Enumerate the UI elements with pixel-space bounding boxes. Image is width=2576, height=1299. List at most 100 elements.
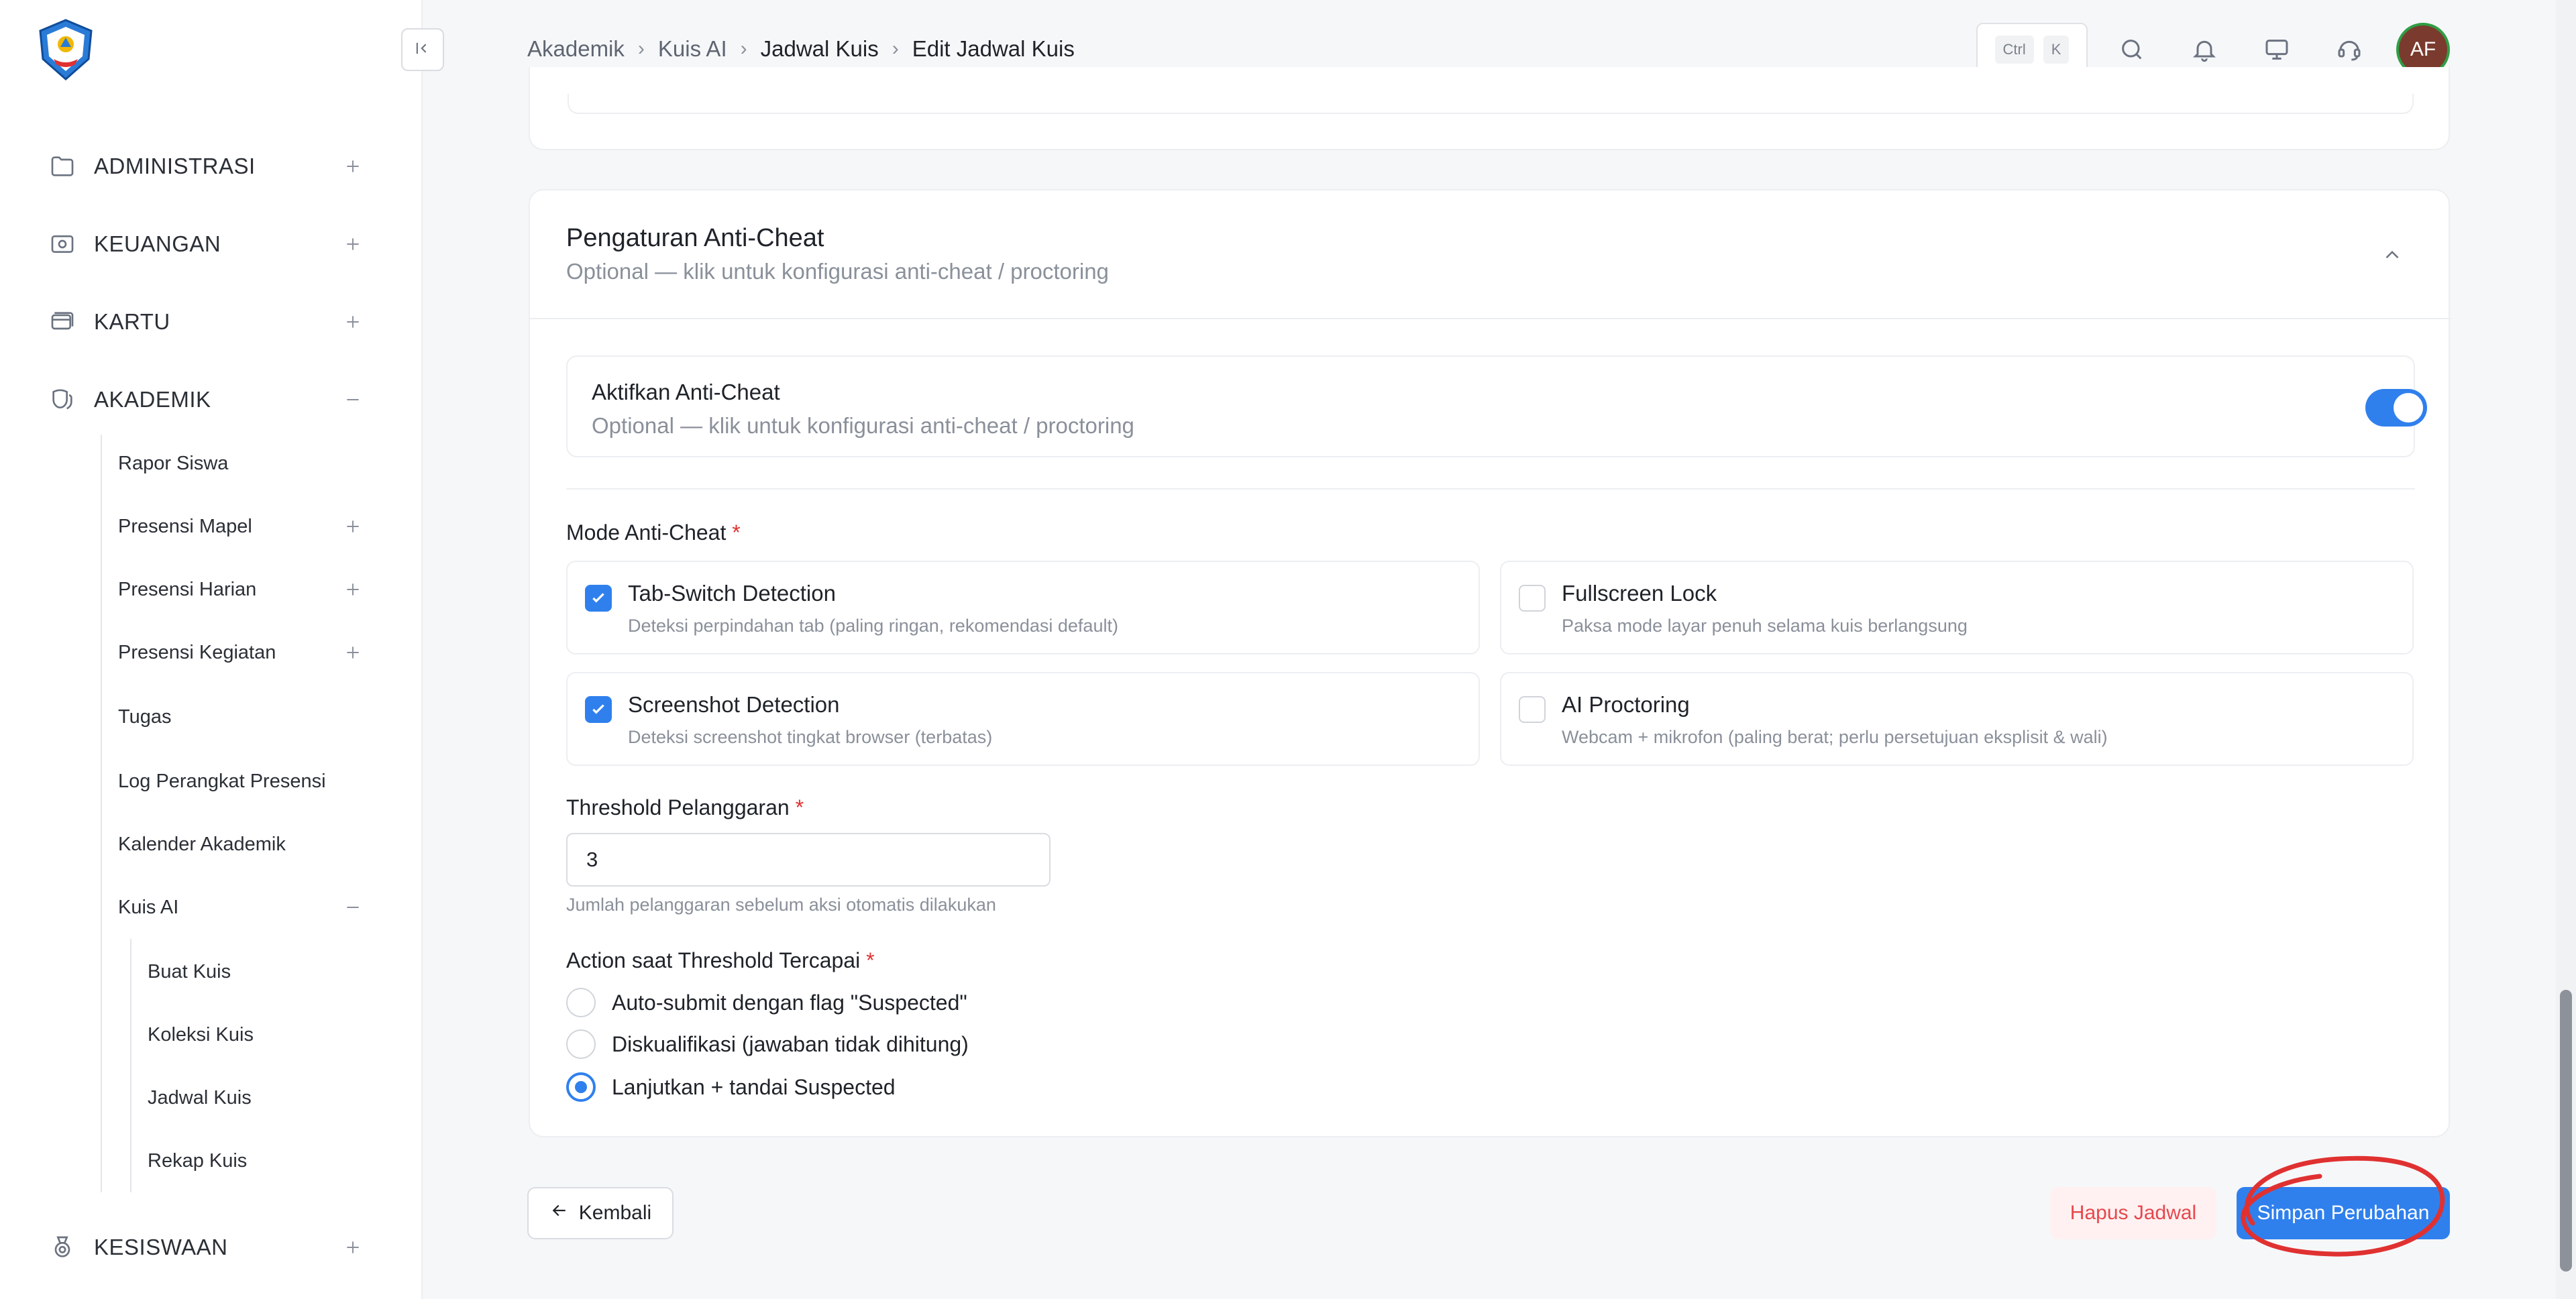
mode-fullscreen-lock[interactable]: Fullscreen Lock Paksa mode layar penuh s… [1500, 561, 2414, 655]
sidebar-item-label: Rekap Kuis [148, 1149, 248, 1172]
sidebar-item-kuis-ai[interactable]: Kuis AI [0, 877, 423, 938]
anticheat-accordion-header[interactable]: Pengaturan Anti-Cheat Optional — klik un… [530, 190, 2451, 319]
radio-selected[interactable] [566, 1072, 596, 1102]
delete-schedule-button[interactable]: Hapus Jadwal [2050, 1187, 2216, 1239]
minus-icon [342, 389, 364, 410]
sidebar: ADMINISTRASI KEUANGAN KARTU AKADEMIK Rap… [0, 0, 423, 1299]
breadcrumb-akademik[interactable]: Akademik [527, 36, 625, 62]
tut-wuri-handayani-logo[interactable] [34, 17, 98, 82]
option-title: AI Proctoring [1562, 692, 1690, 717]
radio-unselected[interactable] [566, 988, 596, 1017]
sidebar-item-keuangan[interactable]: KEUANGAN [0, 211, 423, 278]
collapse-sidebar-button[interactable] [401, 28, 444, 71]
sidebar-item-log-perangkat-presensi[interactable]: Log Perangkat Presensi [0, 751, 423, 811]
toggle-subtitle: Optional — klik untuk konfigurasi anti-c… [592, 413, 1134, 438]
option-desc: Deteksi screenshot tingkat browser (terb… [628, 727, 993, 747]
sidebar-item-label: ADMINISTRASI [94, 154, 256, 178]
bell-icon[interactable] [2186, 31, 2223, 68]
radio-unselected[interactable] [566, 1029, 596, 1059]
save-changes-button[interactable]: Simpan Perubahan [2237, 1187, 2450, 1239]
sidebar-item-administrasi[interactable]: ADMINISTRASI [0, 133, 423, 200]
threshold-label-text: Threshold Pelanggaran [566, 795, 790, 820]
mode-tab-switch-detection[interactable]: Tab-Switch Detection Deteksi perpindahan… [566, 561, 1480, 655]
checkbox-checked[interactable] [585, 696, 612, 723]
option-desc: Deteksi perpindahan tab (paling ringan, … [628, 616, 1118, 636]
plus-icon [342, 579, 364, 600]
anticheat-switch[interactable] [2365, 389, 2427, 427]
checkbox-unchecked[interactable] [1519, 585, 1546, 612]
search-icon[interactable] [2113, 31, 2151, 68]
breadcrumb-kuis-ai[interactable]: Kuis AI [658, 36, 727, 62]
action-label: Action saat Threshold Tercapai * [566, 948, 875, 973]
switch-knob [2394, 393, 2423, 422]
anticheat-subtitle: Optional — klik untuk konfigurasi anti-c… [566, 259, 1109, 284]
chevron-right-icon: › [740, 38, 747, 60]
plus-icon [342, 311, 364, 333]
anticheat-title: Pengaturan Anti-Cheat [566, 224, 824, 252]
sidebar-item-rekap-kuis[interactable]: Rekap Kuis [0, 1131, 423, 1191]
sidebar-item-kesiswaan[interactable]: KESISWAAN [0, 1214, 423, 1281]
scrollbar-thumb[interactable] [2560, 990, 2572, 1272]
sidebar-item-label: Jadwal Kuis [148, 1086, 252, 1109]
sidebar-item-presensi-kegiatan[interactable]: Presensi Kegiatan [0, 622, 423, 683]
sidebar-item-tugas[interactable]: Tugas [0, 687, 423, 747]
minus-icon [342, 897, 364, 918]
toggle-title: Aktifkan Anti-Cheat [592, 380, 780, 404]
sidebar-item-buat-kuis[interactable]: Buat Kuis [0, 942, 423, 1002]
checkbox-unchecked[interactable] [1519, 696, 1546, 723]
sidebar-item-presensi-mapel[interactable]: Presensi Mapel [0, 496, 423, 557]
previous-card [529, 67, 2450, 150]
sidebar-item-label: Kuis AI [118, 896, 179, 918]
sidebar-item-label: KEUANGAN [94, 231, 221, 256]
plus-icon [342, 516, 364, 537]
threshold-input[interactable] [566, 833, 1051, 887]
required-mark: * [795, 795, 804, 820]
sidebar-item-koleksi-kuis[interactable]: Koleksi Kuis [0, 1005, 423, 1065]
breadcrumb-edit-jadwal-kuis: Edit Jadwal Kuis [912, 36, 1075, 61]
sidebar-item-label: Rapor Siswa [118, 452, 229, 474]
mode-label-text: Mode Anti-Cheat [566, 520, 727, 545]
plus-icon [342, 233, 364, 255]
option-title: Tab-Switch Detection [628, 581, 836, 606]
chevron-right-icon: › [892, 38, 899, 60]
mask-icon [47, 384, 78, 415]
radio-label: Auto-submit dengan flag "Suspected" [612, 990, 967, 1015]
anticheat-card: Pengaturan Anti-Cheat Optional — klik un… [529, 189, 2451, 1137]
radio-label: Diskualifikasi (jawaban tidak dihitung) [612, 1031, 969, 1056]
sidebar-item-label: Presensi Kegiatan [118, 641, 276, 663]
sidebar-item-label: Presensi Harian [118, 578, 257, 600]
arrow-left-icon [549, 1200, 570, 1226]
sidebar-item-rapor-siswa[interactable]: Rapor Siswa [0, 433, 423, 494]
mode-screenshot-detection[interactable]: Screenshot Detection Deteksi screenshot … [566, 672, 1480, 766]
sidebar-item-kalender-akademik[interactable]: Kalender Akademik [0, 814, 423, 874]
option-title: Screenshot Detection [628, 692, 840, 717]
sidebar-item-label: Kalender Akademik [118, 833, 286, 855]
chevron-up-icon[interactable] [2379, 241, 2406, 268]
sidebar-item-akademik[interactable]: AKADEMIK [0, 366, 423, 433]
breadcrumb-jadwal-kuis[interactable]: Jadwal Kuis [761, 36, 879, 62]
action-label-text: Action saat Threshold Tercapai [566, 948, 861, 972]
sidebar-item-kartu[interactable]: KARTU [0, 288, 423, 355]
monitor-icon[interactable] [2258, 31, 2296, 68]
action-diskualifikasi[interactable]: Diskualifikasi (jawaban tidak dihitung) [566, 1027, 969, 1061]
kbd-ctrl: Ctrl [1994, 36, 2034, 64]
sidebar-item-jadwal-kuis[interactable]: Jadwal Kuis [0, 1068, 423, 1128]
action-auto-submit[interactable]: Auto-submit dengan flag "Suspected" [566, 986, 967, 1019]
sidebar-item-label: Buat Kuis [148, 960, 231, 982]
chevron-right-icon: › [637, 38, 645, 60]
mode-label: Mode Anti-Cheat * [566, 520, 741, 545]
back-button[interactable]: Kembali [527, 1187, 674, 1239]
check-icon [592, 704, 604, 714]
mode-ai-proctoring[interactable]: AI Proctoring Webcam + mikrofon (paling … [1500, 672, 2414, 766]
option-desc: Paksa mode layar penuh selama kuis berla… [1562, 616, 1968, 636]
sidebar-item-label: Koleksi Kuis [148, 1023, 254, 1046]
headset-support-icon[interactable] [2330, 31, 2368, 68]
plus-icon [342, 1237, 364, 1258]
checkbox-checked[interactable] [585, 585, 612, 612]
plus-icon [342, 156, 364, 177]
option-title: Fullscreen Lock [1562, 581, 1717, 606]
action-lanjutkan[interactable]: Lanjutkan + tandai Suspected [566, 1070, 896, 1104]
sidebar-item-presensi-harian[interactable]: Presensi Harian [0, 559, 423, 620]
threshold-help: Jumlah pelanggaran sebelum aksi otomatis… [566, 895, 996, 915]
option-desc: Webcam + mikrofon (paling berat; perlu p… [1562, 727, 2108, 747]
